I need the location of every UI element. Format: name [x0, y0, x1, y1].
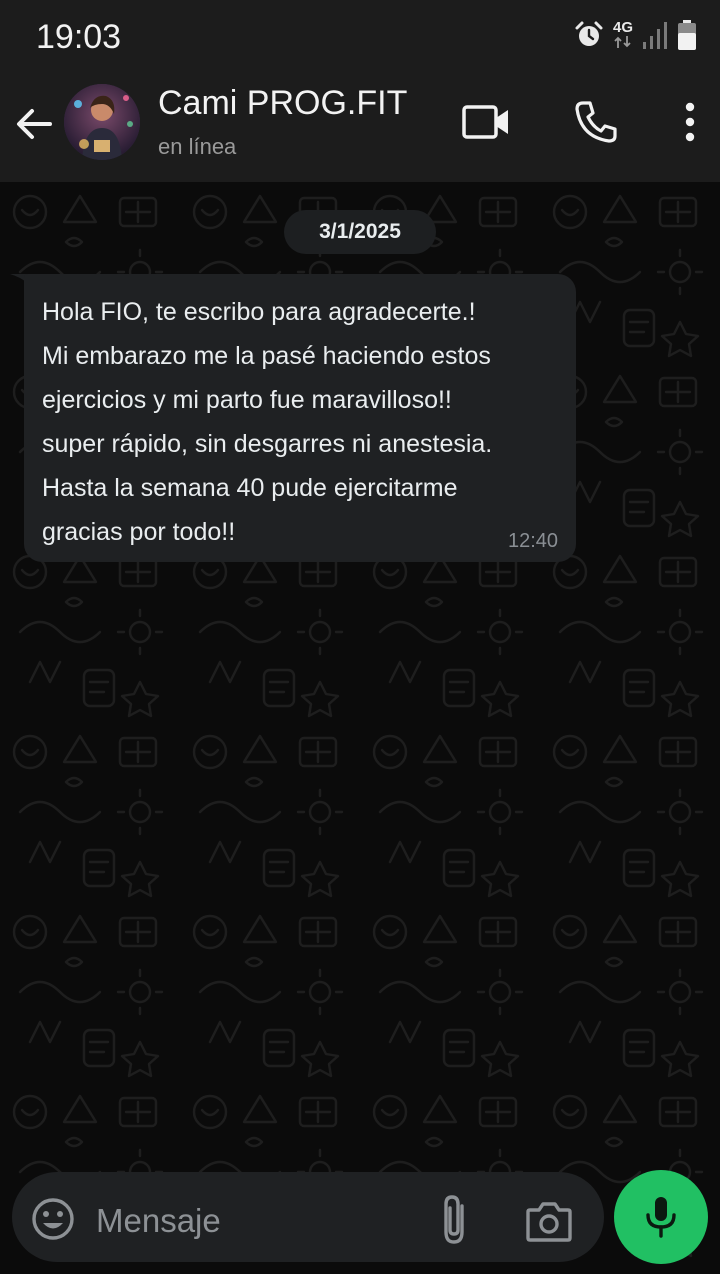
message-input[interactable]: [96, 1196, 416, 1246]
emoji-icon: [32, 1198, 74, 1240]
battery-icon: [678, 20, 696, 50]
voice-record-button[interactable]: [614, 1170, 708, 1264]
avatar[interactable]: [64, 84, 140, 160]
status-icons: 4G: [574, 18, 698, 52]
camera-icon: [526, 1202, 572, 1242]
date-chip: 3/1/2025: [284, 210, 436, 254]
network-type: 4G: [612, 19, 633, 36]
camera-button[interactable]: [522, 1194, 576, 1248]
voice-call-button[interactable]: [568, 94, 624, 150]
alarm-icon: [575, 21, 603, 46]
message-timestamp: 12:40: [508, 530, 559, 552]
attach-button[interactable]: [432, 1192, 478, 1248]
contact-name[interactable]: Cami PROG.FIT: [158, 84, 407, 123]
video-call-icon: [462, 105, 508, 139]
mic-icon: [646, 1197, 676, 1238]
emoji-button[interactable]: [30, 1196, 76, 1242]
more-options-icon: [685, 102, 695, 142]
status-bar: 19:03 4G: [0, 0, 720, 72]
contact-status: en línea: [158, 134, 237, 159]
back-arrow-icon: [17, 109, 52, 139]
more-options-button[interactable]: [662, 94, 718, 150]
message-text: Hola FIO, te escribo para agradecerte.! …: [42, 298, 493, 546]
status-time: 19:03: [36, 18, 122, 56]
phone-icon: [575, 101, 617, 143]
video-call-button[interactable]: [458, 94, 514, 150]
attach-icon: [444, 1195, 464, 1244]
chat-header: Cami PROG.FIT en línea: [0, 72, 720, 182]
signal-icon: [643, 22, 667, 49]
back-button[interactable]: [10, 100, 58, 148]
network-4g-icon: 4G: [612, 19, 634, 49]
